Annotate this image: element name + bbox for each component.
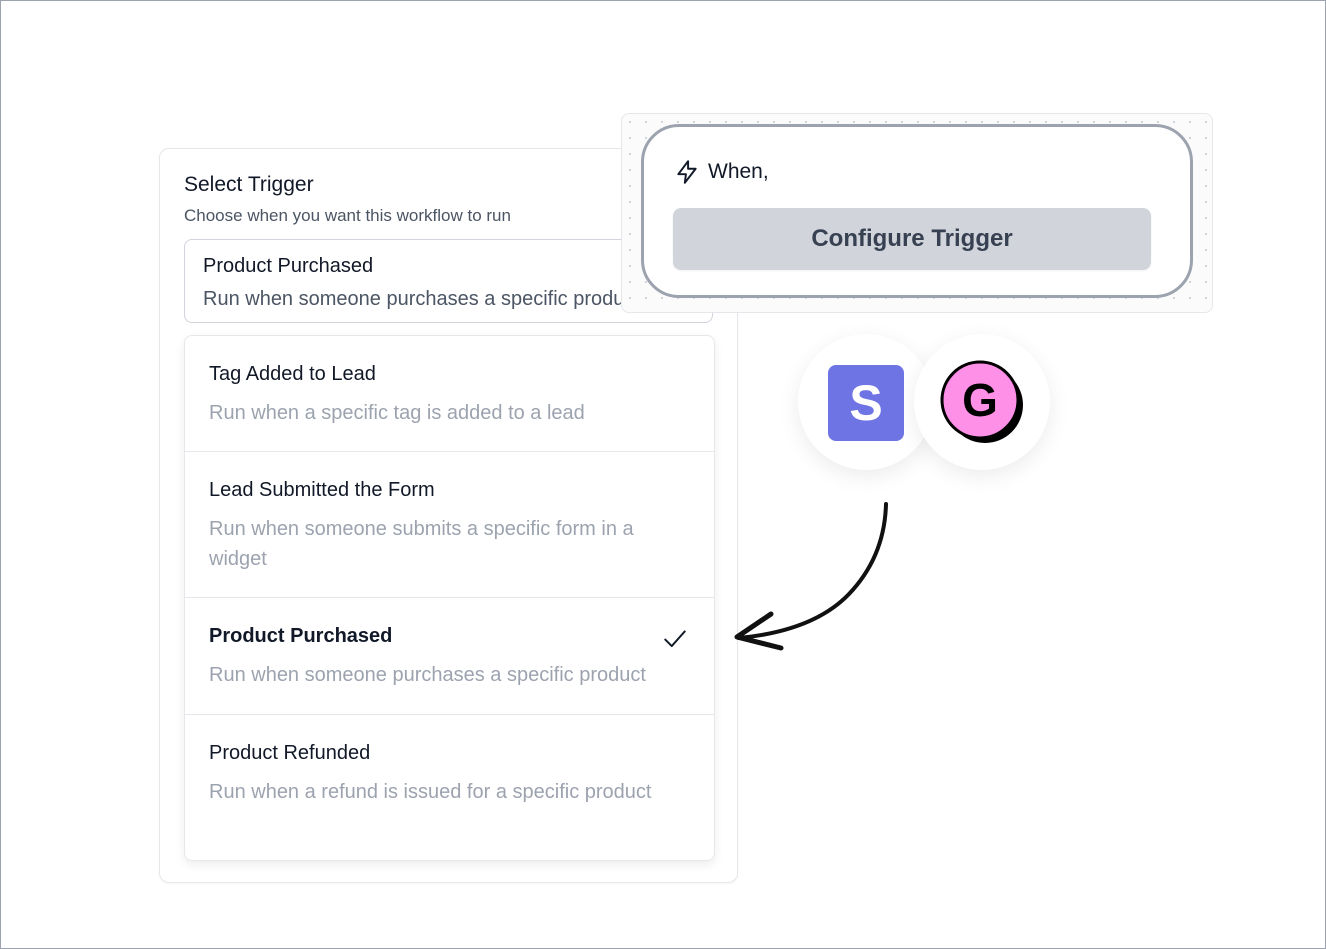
panel-title: Select Trigger (184, 173, 314, 196)
lightning-bolt-icon (677, 160, 697, 184)
panel-subtitle: Choose when you want this workflow to ru… (184, 206, 511, 225)
trigger-dropdown: Tag Added to Lead Run when a specific ta… (184, 335, 715, 861)
workflow-canvas: When, Configure Trigger (621, 113, 1213, 313)
svg-text:G: G (962, 374, 998, 426)
canvas-frame: Select Trigger Choose when you want this… (0, 0, 1326, 949)
configure-trigger-button[interactable]: Configure Trigger (673, 208, 1151, 270)
option-description: Run when a refund is issued for a specif… (209, 781, 652, 803)
option-product-refunded[interactable]: Product Refunded Run when a refund is is… (185, 715, 714, 860)
selected-trigger-description: Run when someone purchases a specific pr… (203, 288, 640, 310)
selected-trigger-title: Product Purchased (203, 255, 374, 277)
pointer-arrow-icon (734, 502, 888, 651)
option-description: Run when someone purchases a specific pr… (209, 664, 646, 686)
option-title: Product Purchased (209, 625, 393, 647)
option-description: Run when a specific tag is added to a le… (209, 402, 585, 424)
gumroad-logo-icon: G (940, 360, 1023, 443)
trigger-node[interactable]: When, Configure Trigger (641, 124, 1193, 298)
checkmark-icon (664, 630, 686, 648)
option-title: Tag Added to Lead (209, 363, 376, 385)
gumroad-logo-badge: G (914, 334, 1050, 470)
option-product-purchased[interactable]: Product Purchased Run when someone purch… (185, 598, 714, 715)
option-lead-submitted-form[interactable]: Lead Submitted the Form Run when someone… (185, 452, 714, 598)
stripe-logo-icon: S (828, 365, 904, 441)
option-tag-added-to-lead[interactable]: Tag Added to Lead Run when a specific ta… (185, 336, 714, 452)
option-title: Lead Submitted the Form (209, 479, 435, 501)
option-description: Run when someone submits a specific form… (209, 518, 634, 570)
option-title: Product Refunded (209, 742, 371, 764)
when-label: When, (708, 160, 769, 183)
